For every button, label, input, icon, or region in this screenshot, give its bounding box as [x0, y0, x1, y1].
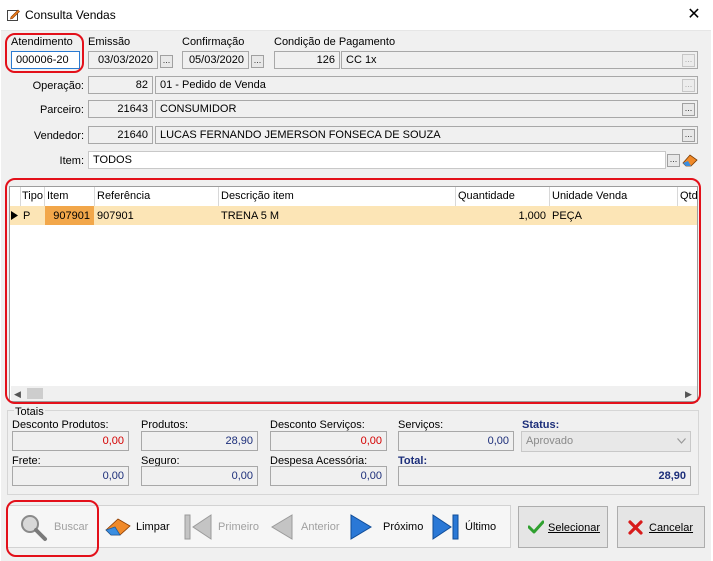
col-header-descricao[interactable]: Descrição item	[221, 190, 294, 202]
condicao-lookup-button[interactable]: ...	[682, 54, 695, 67]
table-row[interactable]: P 907901 907901 TRENA 5 M 1,000 PEÇA	[10, 206, 697, 225]
scroll-left-icon[interactable]: ◀	[14, 389, 21, 400]
parceiro-label: Parceiro:	[39, 104, 84, 116]
desconto-servicos-label: Desconto Serviços:	[270, 419, 365, 431]
cell-descricao: TRENA 5 M	[221, 210, 280, 222]
col-header-quantidade[interactable]: Quantidade	[458, 190, 515, 202]
totals-section-label: Totais	[14, 406, 45, 418]
edit-document-icon	[7, 9, 20, 21]
despesa-value: 0,00	[270, 466, 387, 486]
grid-header: Tipo Item Referência Descrição item Quan…	[10, 187, 698, 207]
col-header-tipo[interactable]: Tipo	[22, 190, 43, 202]
proximo-label: Próximo	[383, 521, 424, 533]
buscar-label: Buscar	[54, 521, 89, 533]
proximo-button[interactable]: Próximo	[347, 508, 427, 546]
produtos-label: Produtos:	[141, 419, 189, 431]
anterior-label: Anterior	[301, 521, 340, 533]
cell-quantidade: 1,000	[518, 210, 546, 222]
status-label: Status:	[522, 419, 560, 431]
parceiro-lookup-button[interactable]: ...	[682, 103, 695, 116]
desconto-produtos-value: 0,00	[12, 431, 129, 451]
servicos-value: 0,00	[398, 431, 514, 451]
items-grid[interactable]: Tipo Item Referência Descrição item Quan…	[9, 186, 698, 402]
condicao-code: 126	[274, 51, 340, 69]
total-value: 28,90	[398, 466, 691, 486]
operacao-label: Operação:	[32, 80, 84, 92]
emissao-date: 03/03/2020	[88, 51, 158, 69]
confirmacao-label: Confirmação	[182, 36, 245, 48]
magnifier-icon	[21, 515, 47, 541]
emissao-calendar-button[interactable]: ...	[160, 55, 173, 68]
col-header-unidade[interactable]: Unidade Venda	[552, 190, 627, 202]
parceiro-desc: CONSUMIDOR	[155, 100, 698, 118]
row-indicator-icon	[11, 211, 18, 220]
previous-record-icon	[271, 514, 293, 540]
status-select[interactable]: Aprovado	[521, 431, 691, 452]
item-lookup-button[interactable]: ...	[667, 154, 680, 167]
ultimo-label: Último	[465, 521, 497, 533]
ultimo-button[interactable]: Último	[429, 508, 507, 546]
atendimento-label: Atendimento	[11, 36, 73, 48]
selecionar-button[interactable]: Selecionar	[518, 506, 608, 548]
window-title: Consulta Vendas	[25, 8, 116, 22]
vendedor-label: Vendedor:	[33, 130, 84, 142]
operacao-code: 82	[88, 76, 153, 94]
confirmacao-calendar-button[interactable]: ...	[251, 55, 264, 68]
vendedor-lookup-button[interactable]: ...	[682, 129, 695, 142]
cell-item: 907901	[53, 210, 90, 222]
produtos-value: 28,90	[141, 431, 258, 451]
limpar-button[interactable]: Limpar	[101, 508, 176, 546]
condicao-desc: CC 1x	[341, 51, 698, 69]
primeiro-label: Primeiro	[218, 521, 259, 533]
col-header-qtd[interactable]: Qtd	[680, 190, 698, 202]
operacao-desc: 01 - Pedido de Venda	[155, 76, 698, 94]
col-header-referencia[interactable]: Referência	[97, 190, 150, 202]
primeiro-button[interactable]: Primeiro	[181, 508, 259, 546]
item-label: Item:	[59, 155, 84, 167]
desconto-produtos-label: Desconto Produtos:	[12, 419, 109, 431]
selecionar-label: Selecionar	[548, 522, 600, 534]
last-record-icon	[432, 514, 459, 540]
item-filter-field[interactable]: TODOS	[88, 151, 666, 169]
eraser-icon[interactable]	[681, 152, 699, 168]
vendedor-code: 21640	[88, 126, 153, 144]
servicos-label: Serviços:	[398, 419, 444, 431]
scroll-thumb[interactable]	[27, 388, 43, 399]
close-icon[interactable]: ✕	[684, 5, 704, 25]
buscar-button[interactable]: Buscar	[12, 508, 98, 546]
condicao-label: Condição de Pagamento	[274, 36, 396, 48]
limpar-label: Limpar	[136, 521, 170, 533]
cancelar-label: Cancelar	[649, 522, 694, 534]
next-record-icon	[350, 514, 372, 540]
cancel-x-icon	[628, 520, 643, 535]
checkmark-icon	[528, 520, 544, 534]
seguro-value: 0,00	[141, 466, 258, 486]
cell-referencia: 907901	[97, 210, 134, 222]
status-value: Aprovado	[526, 435, 574, 447]
horizontal-scrollbar[interactable]: ◀ ▶	[11, 386, 697, 401]
frete-value: 0,00	[12, 466, 129, 486]
eraser-icon	[105, 518, 131, 536]
operacao-lookup-button[interactable]: ...	[682, 79, 695, 92]
parceiro-code: 21643	[88, 100, 153, 118]
vendedor-desc: LUCAS FERNANDO JEMERSON FONSECA DE SOUZA	[155, 126, 698, 144]
cell-unidade: PEÇA	[552, 210, 582, 222]
chevron-down-icon	[677, 438, 686, 444]
emissao-label: Emissão	[88, 36, 131, 48]
first-record-icon	[184, 514, 212, 540]
cell-tipo: P	[23, 210, 31, 222]
col-header-item[interactable]: Item	[47, 190, 68, 202]
confirmacao-date: 05/03/2020	[182, 51, 249, 69]
scroll-right-icon[interactable]: ▶	[685, 389, 692, 400]
atendimento-input[interactable]: 000006-20	[11, 51, 80, 69]
title-bar: Consulta Vendas ✕	[0, 0, 713, 30]
cancelar-button[interactable]: Cancelar	[617, 506, 705, 548]
desconto-servicos-value: 0,00	[270, 431, 387, 451]
anterior-button[interactable]: Anterior	[266, 508, 342, 546]
